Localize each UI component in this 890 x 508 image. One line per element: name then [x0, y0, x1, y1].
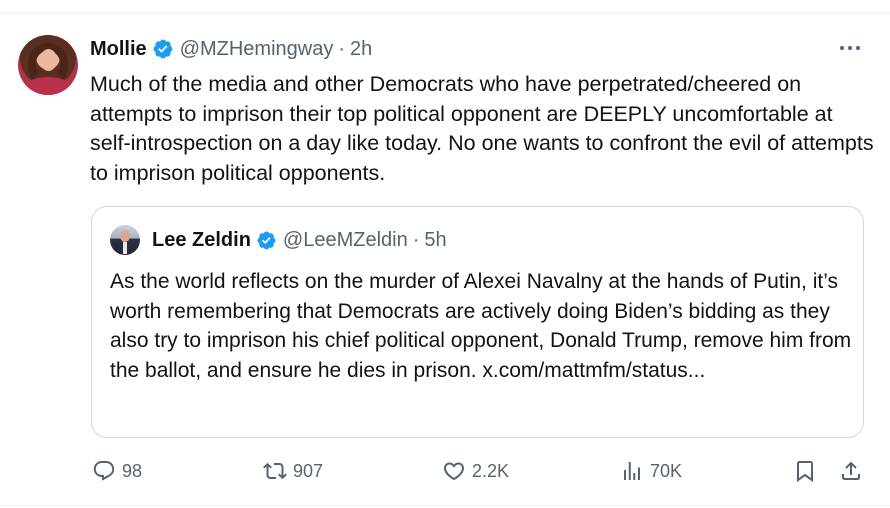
bookmark-button[interactable] [793, 455, 817, 487]
like-icon [443, 462, 465, 481]
quoted-avatar-face [120, 230, 130, 242]
quoted-author-avatar[interactable] [110, 225, 140, 255]
like-button[interactable]: 2.2K [442, 455, 509, 487]
share-button[interactable] [839, 455, 863, 487]
more-dot-icon [856, 46, 860, 50]
quoted-header-separator: · [412, 228, 420, 251]
reply-count: 98 [122, 460, 143, 481]
quoted-tweet-card[interactable]: Lee Zeldin @LeeMZeldin · 5h As the world… [91, 206, 864, 438]
author-display-name[interactable]: Mollie [90, 38, 147, 61]
quoted-author-handle[interactable]: @LeeMZeldin [283, 229, 408, 252]
header-separator: · [338, 37, 346, 60]
quoted-author-display-name[interactable]: Lee Zeldin [152, 229, 251, 252]
more-dot-icon [840, 46, 844, 50]
verified-badge-icon[interactable] [152, 38, 174, 60]
bottom-divider [0, 505, 890, 506]
avatar-face [40, 49, 57, 71]
avatar-shirt [24, 77, 72, 95]
author-handle[interactable]: @MZHemingway [180, 38, 334, 61]
share-icon [842, 461, 860, 480]
repost-count: 907 [293, 460, 324, 481]
quoted-tweet-timestamp[interactable]: 5h [424, 229, 446, 252]
views-button[interactable]: 70K [620, 455, 682, 487]
tweet-text: Much of the media and other Democrats wh… [90, 72, 874, 185]
more-dot-icon [848, 46, 852, 50]
tweet-timestamp[interactable]: 2h [350, 38, 372, 61]
reply-button[interactable]: 98 [92, 455, 142, 487]
quoted-avatar-shirt [123, 242, 127, 254]
action-bar: 98 907 2.2K 70K [0, 455, 890, 487]
quoted-tweet-header: Lee Zeldin @LeeMZeldin · 5h [152, 227, 447, 253]
author-avatar[interactable] [18, 35, 78, 95]
quoted-tweet-text: As the world reflects on the murder of A… [110, 270, 852, 382]
verified-badge-icon[interactable] [256, 230, 277, 251]
reply-icon [93, 461, 115, 481]
top-divider [0, 12, 890, 13]
repost-icon [263, 462, 287, 480]
like-count: 2.2K [472, 460, 510, 481]
more-options-button[interactable] [838, 38, 862, 58]
bookmark-icon [797, 461, 813, 482]
tweet-header: Mollie @MZHemingway · 2h [90, 36, 372, 62]
views-icon [624, 462, 640, 480]
view-count: 70K [650, 460, 683, 481]
repost-button[interactable]: 907 [263, 455, 323, 487]
